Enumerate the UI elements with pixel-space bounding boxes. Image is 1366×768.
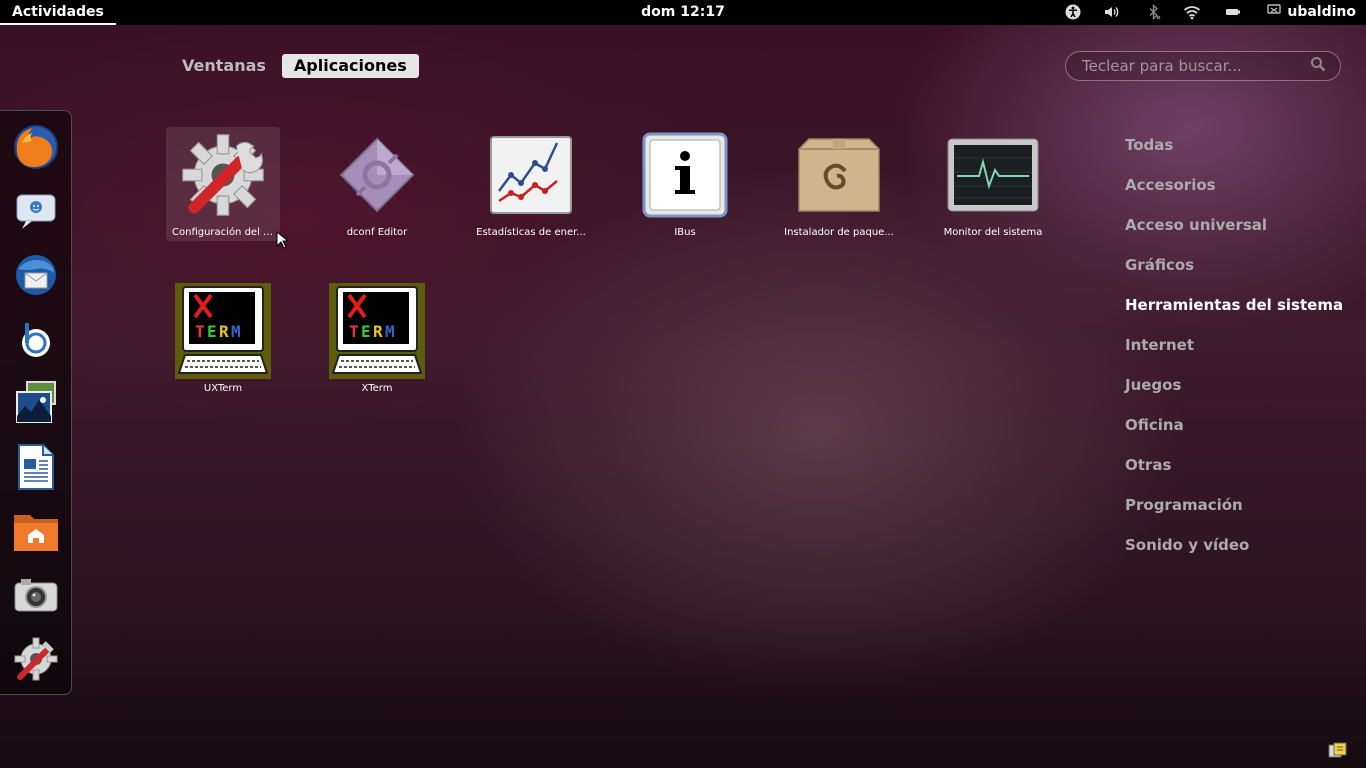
- package-installer-icon: [762, 127, 916, 223]
- category-juegos[interactable]: Juegos: [1125, 374, 1355, 414]
- app-label: XTerm: [361, 383, 393, 394]
- tab-applications[interactable]: Aplicaciones: [281, 54, 419, 78]
- svg-text:R: R: [219, 322, 229, 341]
- svg-text:M: M: [385, 322, 395, 341]
- app-package-installer[interactable]: Instalador de paque...: [762, 127, 916, 238]
- top-panel: Actividades dom 12:17 ubaldino: [0, 0, 1366, 25]
- libreoffice-writer-icon[interactable]: [10, 441, 62, 493]
- app-label: Instalador de paque...: [784, 227, 894, 238]
- xterm-icon: TERM: [300, 283, 454, 379]
- category-internet[interactable]: Internet: [1125, 334, 1355, 374]
- category-oficina[interactable]: Oficina: [1125, 414, 1355, 454]
- search-input[interactable]: [1080, 56, 1310, 76]
- app-label: Configuración del si...: [172, 227, 280, 238]
- power-statistics-icon: [454, 127, 608, 223]
- thunderbird-mail-icon[interactable]: [10, 249, 62, 301]
- app-label: dconf Editor: [346, 227, 408, 238]
- svg-text:E: E: [361, 322, 371, 341]
- svg-text:T: T: [349, 322, 359, 341]
- app-label: IBus: [674, 227, 696, 238]
- app-dconf-editor[interactable]: dconf Editor: [300, 127, 454, 238]
- svg-text:R: R: [373, 322, 383, 341]
- user-status-icon: [1267, 0, 1282, 24]
- category-todas[interactable]: Todas: [1125, 134, 1355, 174]
- activities-button[interactable]: Actividades: [0, 0, 116, 25]
- battery-icon[interactable]: [1224, 4, 1242, 20]
- category-acceso-universal[interactable]: Acceso universal: [1125, 214, 1355, 254]
- category-herramientas-del-sistema[interactable]: Herramientas del sistema: [1125, 294, 1355, 334]
- bluetooth-icon[interactable]: [1145, 4, 1163, 20]
- empathy-chat-icon[interactable]: [10, 185, 62, 237]
- app-uxterm[interactable]: TERM UXTerm: [146, 283, 300, 394]
- camera-icon[interactable]: [10, 569, 62, 621]
- category-accesorios[interactable]: Accesorios: [1125, 174, 1355, 214]
- shotwell-photos-icon[interactable]: [10, 377, 62, 429]
- app-label: Estadísticas de ener...: [476, 227, 586, 238]
- category-programacion[interactable]: Programación: [1125, 494, 1355, 534]
- user-menu[interactable]: ubaldino: [1267, 0, 1356, 24]
- category-list: Todas Accesorios Acceso universal Gráfic…: [1125, 134, 1355, 574]
- app-label: Monitor del sistema: [943, 227, 1043, 238]
- category-otras[interactable]: Otras: [1125, 454, 1355, 494]
- app-xterm[interactable]: TERM XTerm: [300, 283, 454, 394]
- search-box[interactable]: [1065, 51, 1341, 81]
- system-settings-icon[interactable]: [10, 633, 62, 685]
- app-system-monitor[interactable]: Monitor del sistema: [916, 127, 1070, 238]
- dash: [0, 110, 72, 695]
- tab-windows[interactable]: Ventanas: [170, 54, 278, 78]
- category-sonido-y-video[interactable]: Sonido y vídeo: [1125, 534, 1355, 574]
- system-monitor-icon: [916, 127, 1070, 223]
- user-name: ubaldino: [1287, 4, 1356, 20]
- firefox-icon[interactable]: [10, 121, 62, 173]
- system-settings-icon: [166, 127, 280, 223]
- svg-text:M: M: [231, 322, 241, 341]
- volume-icon[interactable]: [1103, 4, 1121, 20]
- mouse-cursor-icon: [276, 230, 290, 253]
- home-folder-icon[interactable]: [10, 505, 62, 557]
- app-power-statistics[interactable]: Estadísticas de ener...: [454, 127, 608, 238]
- ibus-info-icon: [608, 127, 762, 223]
- view-selector: Ventanas Aplicaciones: [170, 54, 419, 78]
- uxterm-icon: TERM: [146, 283, 300, 379]
- search-icon: [1310, 56, 1326, 76]
- message-tray-icon[interactable]: [1328, 742, 1348, 764]
- banshee-music-icon[interactable]: [10, 313, 62, 365]
- accessibility-icon[interactable]: [1064, 4, 1082, 20]
- category-graficos[interactable]: Gráficos: [1125, 254, 1355, 294]
- dconf-editor-icon: [300, 127, 454, 223]
- app-label: UXTerm: [203, 383, 243, 394]
- app-ibus[interactable]: IBus: [608, 127, 762, 238]
- app-system-settings[interactable]: Configuración del si...: [146, 127, 300, 241]
- svg-text:T: T: [195, 322, 205, 341]
- wifi-icon[interactable]: [1183, 4, 1201, 20]
- svg-text:E: E: [207, 322, 217, 341]
